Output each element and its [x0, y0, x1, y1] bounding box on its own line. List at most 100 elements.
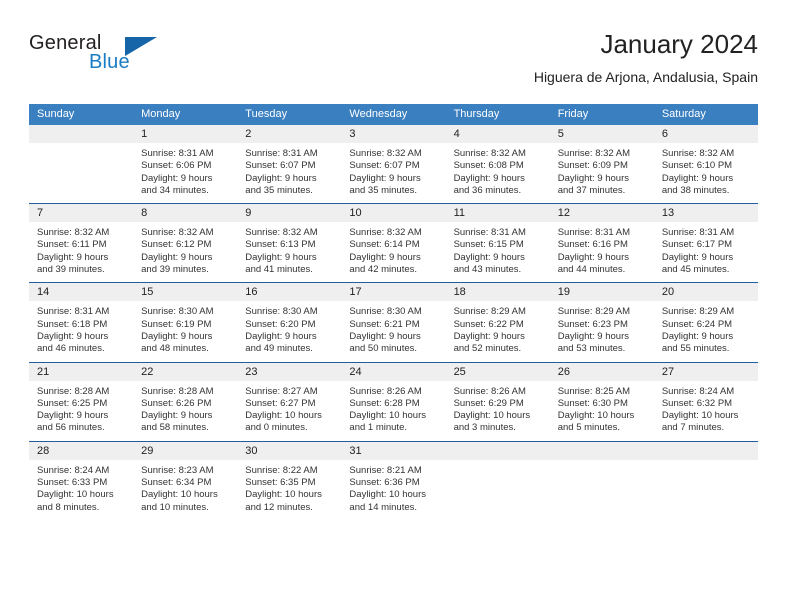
day-number-band: 3	[341, 125, 446, 143]
day-number: 18	[453, 286, 466, 299]
calendar-day-cell[interactable]: 28 Sunrise: 8:24 AM Sunset: 6:33 PM Dayligh…	[29, 441, 134, 520]
calendar-day-cell[interactable]: 13 Sunrise: 8:31 AM Sunset: 6:17 PM Dayligh…	[653, 204, 758, 282]
day-number-band	[549, 441, 654, 460]
calendar-week-row: 28 Sunrise: 8:24 AM Sunset: 6:33 PM Dayligh…	[29, 440, 758, 520]
calendar-day-cell[interactable]: 18 Sunrise: 8:29 AM Sunset: 6:22 PM Dayligh…	[445, 283, 550, 361]
daylight-text-line1: Daylight: 9 hours	[661, 172, 734, 184]
day-number-band: 12	[549, 204, 654, 223]
sunset-text: Sunset: 6:22 PM	[453, 318, 524, 330]
calendar-day-cell[interactable]: 27 Sunrise: 8:24 AM Sunset: 6:32 PM Dayligh…	[653, 362, 758, 441]
daylight-text-line1: Daylight: 9 hours	[141, 410, 213, 422]
calendar-day-cell[interactable]: 21 Sunrise: 8:28 AM Sunset: 6:25 PM Dayligh…	[29, 362, 134, 441]
calendar-day-cell[interactable]: 26 Sunrise: 8:25 AM Sunset: 6:30 PM Dayligh…	[549, 362, 654, 441]
sunset-text: Sunset: 6:12 PM	[141, 239, 212, 251]
calendar-week-row: 21 Sunrise: 8:28 AM Sunset: 6:25 PM Dayligh…	[29, 361, 758, 441]
day-number: 14	[37, 286, 50, 299]
day-number-band: 1	[133, 125, 238, 143]
sunrise-text: Sunrise: 8:22 AM	[245, 464, 318, 476]
daylight-text-line2: and 41 minutes.	[245, 264, 313, 276]
sunrise-text: Sunrise: 8:30 AM	[141, 306, 214, 318]
day-number: 11	[453, 207, 465, 220]
daylight-text-line1: Daylight: 10 hours	[37, 489, 114, 501]
sunset-text: Sunset: 6:07 PM	[349, 160, 420, 172]
day-details: Sunrise: 8:29 AM Sunset: 6:22 PM Daylight:…	[446, 301, 550, 361]
calendar-day-cell[interactable]: 16 Sunrise: 8:30 AM Sunset: 6:20 PM Dayligh…	[237, 283, 342, 361]
calendar-grid: Sunday Monday Tuesday Wednesday Thursday…	[29, 104, 758, 520]
calendar-day-cell[interactable]: 31 Sunrise: 8:21 AM Sunset: 6:36 PM Dayligh…	[341, 441, 446, 520]
day-number-band: 31	[341, 441, 446, 460]
calendar-day-cell[interactable]: 7 Sunrise: 8:32 AM Sunset: 6:11 PM Daylight…	[29, 204, 134, 282]
day-number: 5	[557, 128, 564, 140]
daylight-text-line1: Daylight: 10 hours	[661, 410, 739, 422]
day-number-band: 26	[549, 362, 654, 381]
daylight-text-line1: Daylight: 9 hours	[141, 251, 213, 263]
logo-text-blue: Blue	[89, 51, 130, 73]
sunset-text: Sunset: 6:34 PM	[141, 477, 212, 489]
calendar-day-cell[interactable]: 29 Sunrise: 8:23 AM Sunset: 6:34 PM Dayligh…	[133, 441, 238, 520]
calendar-day-cell[interactable]: 9 Sunrise: 8:32 AM Sunset: 6:13 PM Daylight…	[237, 204, 342, 282]
day-number-band: 28	[29, 441, 134, 460]
calendar-day-cell[interactable]: 3 Sunrise: 8:32 AM Sunset: 6:07 PM Daylight…	[341, 125, 446, 203]
calendar-day-cell[interactable]: 2 Sunrise: 8:31 AM Sunset: 6:07 PM Daylight…	[237, 125, 342, 203]
calendar-day-cell[interactable]: 1 Sunrise: 8:31 AM Sunset: 6:06 PM Daylight…	[133, 125, 238, 203]
sunrise-text: Sunrise: 8:29 AM	[661, 306, 735, 318]
sunset-text: Sunset: 6:15 PM	[453, 239, 524, 251]
calendar-day-cell[interactable]: 30 Sunrise: 8:22 AM Sunset: 6:35 PM Dayligh…	[237, 441, 342, 520]
sunset-text: Sunset: 6:24 PM	[661, 318, 733, 330]
calendar-day-cell[interactable]: 23 Sunrise: 8:27 AM Sunset: 6:27 PM Dayligh…	[237, 362, 342, 441]
day-details: Sunrise: 8:31 AM Sunset: 6:06 PM Daylight:…	[133, 143, 237, 203]
day-number: 23	[245, 365, 258, 378]
calendar-cell-empty	[549, 441, 654, 520]
page-subtitle: Higuera de Arjona, Andalusia, Spain	[533, 69, 758, 85]
general-blue-logo[interactable]: General Blue	[29, 32, 209, 84]
daylight-text-line2: and 39 minutes.	[37, 264, 105, 276]
daylight-text-line2: and 56 minutes.	[37, 422, 105, 434]
calendar-day-cell[interactable]: 12 Sunrise: 8:31 AM Sunset: 6:16 PM Dayligh…	[549, 204, 654, 282]
day-details: Sunrise: 8:32 AM Sunset: 6:07 PM Daylight:…	[341, 143, 445, 203]
calendar-day-cell[interactable]: 15 Sunrise: 8:30 AM Sunset: 6:19 PM Dayligh…	[133, 283, 238, 361]
calendar-day-cell[interactable]: 11 Sunrise: 8:31 AM Sunset: 6:15 PM Dayligh…	[445, 204, 550, 282]
daylight-text-line2: and 50 minutes.	[349, 343, 418, 355]
day-details	[654, 460, 758, 511]
day-number: 19	[557, 286, 570, 299]
calendar-day-cell[interactable]: 5 Sunrise: 8:32 AM Sunset: 6:09 PM Daylight…	[549, 125, 654, 203]
day-number: 9	[245, 207, 252, 220]
sunrise-text: Sunrise: 8:32 AM	[245, 227, 318, 239]
sunset-text: Sunset: 6:36 PM	[349, 477, 420, 489]
daylight-text-line2: and 52 minutes.	[453, 343, 522, 355]
day-number-band: 11	[445, 204, 550, 223]
dow-wednesday: Wednesday	[349, 108, 408, 120]
daylight-text-line2: and 38 minutes.	[661, 184, 730, 196]
calendar-day-cell[interactable]: 19 Sunrise: 8:29 AM Sunset: 6:23 PM Dayligh…	[549, 283, 654, 361]
sunset-text: Sunset: 6:18 PM	[37, 318, 108, 330]
calendar-day-cell[interactable]: 24 Sunrise: 8:26 AM Sunset: 6:28 PM Dayligh…	[341, 362, 446, 441]
calendar-day-cell[interactable]: 20 Sunrise: 8:29 AM Sunset: 6:24 PM Dayligh…	[653, 283, 758, 361]
calendar-day-cell[interactable]: 17 Sunrise: 8:30 AM Sunset: 6:21 PM Dayligh…	[341, 283, 446, 361]
daylight-text-line2: and 3 minutes.	[453, 422, 516, 434]
day-details: Sunrise: 8:30 AM Sunset: 6:19 PM Daylight:…	[133, 301, 237, 361]
calendar-day-cell[interactable]: 8 Sunrise: 8:32 AM Sunset: 6:12 PM Daylight…	[133, 204, 238, 282]
sunset-text: Sunset: 6:16 PM	[557, 239, 628, 251]
daylight-text-line2: and 35 minutes.	[245, 184, 313, 196]
calendar-week-row: 7 Sunrise: 8:32 AM Sunset: 6:11 PM Daylight…	[29, 203, 758, 282]
calendar-day-cell[interactable]: 6 Sunrise: 8:32 AM Sunset: 6:10 PM Daylight…	[653, 125, 758, 203]
daylight-text-line2: and 7 minutes.	[661, 422, 725, 434]
calendar-day-cell[interactable]: 4 Sunrise: 8:32 AM Sunset: 6:08 PM Daylight…	[445, 125, 550, 203]
daylight-text-line2: and 49 minutes.	[245, 343, 313, 355]
daylight-text-line1: Daylight: 9 hours	[349, 330, 421, 342]
day-number-band: 5	[549, 125, 654, 143]
sunrise-text: Sunrise: 8:30 AM	[349, 306, 422, 318]
day-details: Sunrise: 8:24 AM Sunset: 6:32 PM Daylight:…	[654, 381, 758, 441]
daylight-text-line2: and 5 minutes.	[557, 422, 621, 434]
calendar-day-cell[interactable]: 22 Sunrise: 8:28 AM Sunset: 6:26 PM Dayligh…	[133, 362, 238, 441]
day-number: 31	[349, 444, 362, 457]
daylight-text-line1: Daylight: 9 hours	[453, 172, 525, 184]
sunset-text: Sunset: 6:28 PM	[349, 397, 420, 409]
calendar-day-cell[interactable]: 10 Sunrise: 8:32 AM Sunset: 6:14 PM Dayligh…	[341, 204, 446, 282]
sunrise-text: Sunrise: 8:31 AM	[37, 306, 110, 318]
calendar-day-cell[interactable]: 14 Sunrise: 8:31 AM Sunset: 6:18 PM Dayligh…	[29, 283, 134, 361]
calendar-day-cell[interactable]: 25 Sunrise: 8:26 AM Sunset: 6:29 PM Dayligh…	[445, 362, 550, 441]
dow-friday: Friday	[557, 108, 589, 120]
daylight-text-line2: and 53 minutes.	[557, 343, 626, 355]
sunset-text: Sunset: 6:30 PM	[557, 397, 628, 409]
